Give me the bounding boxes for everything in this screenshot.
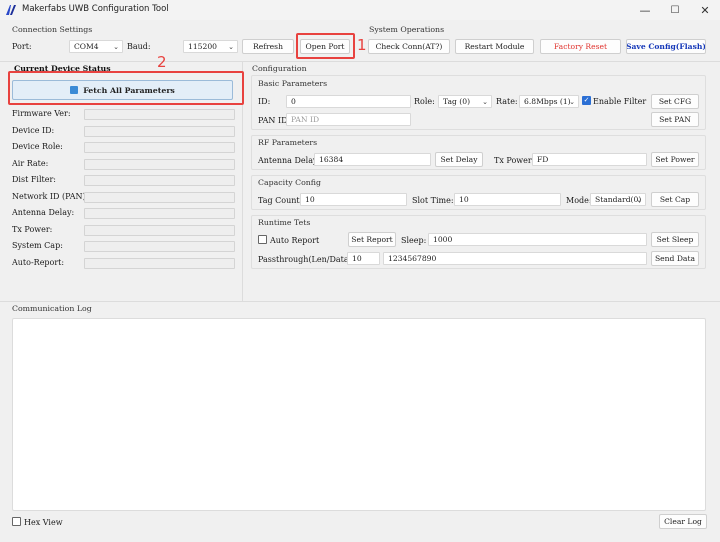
tag-count-input[interactable]: 10 <box>300 193 407 206</box>
status-value-device-role <box>84 142 235 153</box>
slot-time-label: Slot Time: <box>412 196 454 205</box>
annotation-number-2: 2 <box>157 53 167 71</box>
status-value-dist-filter <box>84 175 235 186</box>
mode-value: Standard(0) <box>595 195 642 204</box>
clear-log-button[interactable]: Clear Log <box>659 514 707 529</box>
sleep-label: Sleep: <box>401 236 427 245</box>
port-select[interactable]: COM4 ⌄ <box>69 40 123 53</box>
set-cfg-button[interactable]: Set CFG <box>651 94 699 109</box>
system-operations-heading: System Operations <box>369 25 445 34</box>
passthrough-label: Passthrough(Len/Data): <box>258 255 355 264</box>
status-label-network-id: Network ID (PAN): <box>12 192 89 201</box>
basic-parameters-title: Basic Parameters <box>258 79 328 88</box>
baud-value: 115200 <box>188 42 217 51</box>
role-select[interactable]: Tag (0) ⌄ <box>438 95 492 108</box>
annotation-number-1: 1 <box>357 36 367 54</box>
antenna-delay-label: Antenna Delay: <box>258 156 321 165</box>
status-label-system-cap: System Cap: <box>12 241 63 250</box>
slot-time-input[interactable]: 10 <box>454 193 561 206</box>
status-label-firmware: Firmware Ver: <box>12 109 71 118</box>
passthrough-length-input[interactable]: 10 <box>347 252 380 265</box>
rf-parameters-title: RF Parameters <box>258 138 318 147</box>
highlight-fetch-all <box>8 71 244 105</box>
enable-filter-label: Enable Filter <box>593 97 647 106</box>
role-value: Tag (0) <box>443 97 471 106</box>
port-value: COM4 <box>74 42 99 51</box>
status-label-dist-filter: Dist Filter: <box>12 175 56 184</box>
rate-label: Rate: <box>496 97 518 106</box>
tx-power-input[interactable]: FD <box>532 153 647 166</box>
close-icon[interactable]: ✕ <box>690 0 720 20</box>
status-value-device-id <box>84 126 235 137</box>
status-value-firmware <box>84 109 235 120</box>
communication-log-heading: Communication Log <box>12 304 92 313</box>
passthrough-data-input[interactable]: 1234567890 <box>383 252 647 265</box>
antenna-delay-input[interactable]: 16384 <box>314 153 431 166</box>
window-title: Makerfabs UWB Configuration Tool <box>22 4 169 14</box>
status-label-air-rate: Air Rate: <box>12 159 49 168</box>
role-label: Role: <box>414 97 435 106</box>
baud-label: Baud: <box>127 42 151 51</box>
status-label-tx-power: Tx Power: <box>12 225 53 234</box>
port-label: Port: <box>12 42 32 51</box>
set-power-button[interactable]: Set Power <box>651 152 699 167</box>
maximize-icon[interactable]: ☐ <box>660 0 690 20</box>
send-data-button[interactable]: Send Data <box>651 251 699 266</box>
pan-id-input[interactable]: PAN ID <box>286 113 411 126</box>
status-label-device-id: Device ID: <box>12 126 55 135</box>
highlight-open-port <box>296 33 355 59</box>
chevron-down-icon: ⌄ <box>482 98 488 106</box>
communication-log-area[interactable] <box>12 318 706 511</box>
status-value-network-id <box>84 192 235 203</box>
runtime-tests-title: Runtime Tets <box>258 218 311 227</box>
tx-power-label: Tx Power: <box>494 156 535 165</box>
status-value-system-cap <box>84 241 235 252</box>
app-window: Makerfabs UWB Configuration Tool — ☐ ✕ C… <box>0 0 720 542</box>
rate-select[interactable]: 6.8Mbps (1) ⌄ <box>519 95 579 108</box>
rate-value: 6.8Mbps (1) <box>524 97 571 106</box>
set-cap-button[interactable]: Set Cap <box>651 192 699 207</box>
mode-label: Mode: <box>566 196 592 205</box>
check-conn-button[interactable]: Check Conn(AT?) <box>368 39 450 54</box>
status-label-device-role: Device Role: <box>12 142 63 151</box>
save-config-button[interactable]: Save Config(Flash) <box>626 39 706 54</box>
chevron-down-icon: ⌄ <box>228 43 234 51</box>
baud-select[interactable]: 115200 ⌄ <box>183 40 238 53</box>
set-report-button[interactable]: Set Report <box>348 232 396 247</box>
id-input[interactable]: 0 <box>286 95 411 108</box>
minimize-icon[interactable]: — <box>630 0 660 20</box>
status-value-auto-report <box>84 258 235 269</box>
restart-module-button[interactable]: Restart Module <box>455 39 534 54</box>
set-sleep-button[interactable]: Set Sleep <box>651 232 699 247</box>
chevron-down-icon: ⌄ <box>113 43 119 51</box>
tag-count-label: Tag Count: <box>258 196 303 205</box>
mode-select[interactable]: Standard(0) ⌄ <box>590 193 646 206</box>
log-divider <box>0 301 720 302</box>
pan-id-placeholder: PAN ID <box>291 115 320 124</box>
hex-view-checkbox[interactable] <box>12 517 21 526</box>
chevron-down-icon: ⌄ <box>569 98 575 106</box>
title-bar: Makerfabs UWB Configuration Tool — ☐ ✕ <box>0 0 720 20</box>
status-value-air-rate <box>84 159 235 170</box>
chevron-down-icon: ⌄ <box>636 196 642 204</box>
set-pan-button[interactable]: Set PAN <box>651 112 699 127</box>
auto-report-checkbox[interactable] <box>258 235 267 244</box>
status-label-auto-report: Auto-Report: <box>12 258 65 267</box>
connection-settings-heading: Connection Settings <box>12 25 93 34</box>
refresh-button[interactable]: Refresh <box>242 39 294 54</box>
status-value-tx-power <box>84 225 235 236</box>
sleep-input[interactable]: 1000 <box>428 233 647 246</box>
hex-view-label: Hex View <box>24 518 63 527</box>
set-delay-button[interactable]: Set Delay <box>435 152 483 167</box>
id-label: ID: <box>258 97 271 106</box>
horizontal-divider <box>0 61 720 62</box>
status-value-antenna-delay <box>84 208 235 219</box>
configuration-heading: Configuration <box>252 64 307 73</box>
capacity-config-title: Capacity Config <box>258 178 322 187</box>
enable-filter-checkbox[interactable]: ✓ <box>582 96 591 105</box>
factory-reset-button[interactable]: Factory Reset <box>540 39 621 54</box>
status-label-antenna-delay: Antenna Delay: <box>12 208 75 217</box>
app-icon <box>5 4 17 16</box>
auto-report-label: Auto Report <box>270 236 320 245</box>
